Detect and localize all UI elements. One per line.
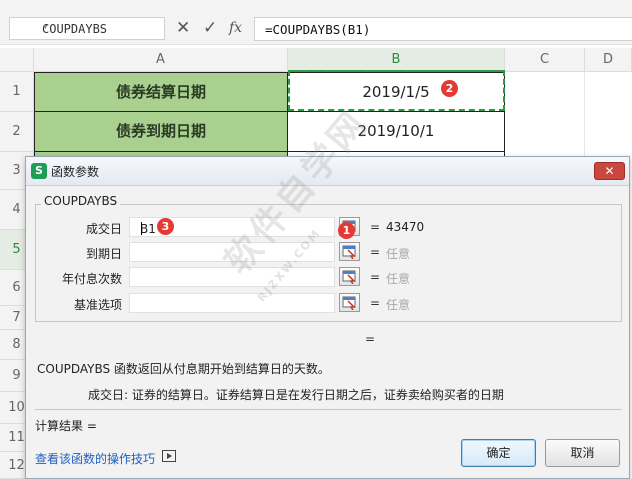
param-label-basis: 基准选项 [73, 298, 122, 312]
param-result-maturity: 任意 [386, 247, 411, 261]
function-name-label: COUPDAYBS [41, 194, 121, 208]
param-equals-settlement: = [370, 220, 381, 234]
select-all-corner[interactable] [0, 48, 34, 72]
range-select-button-basis[interactable] [339, 293, 360, 312]
formula-bar: COUPDAYBS ▾ ✕ ✓ fx =COUPDAYBS(B1) [0, 0, 632, 45]
range-select-button-frequency[interactable] [339, 267, 360, 286]
param-result-frequency: 任意 [386, 272, 411, 286]
ok-button[interactable]: 确定 [461, 439, 536, 467]
range-select-button-maturity[interactable] [339, 242, 360, 261]
range-select-icon [342, 270, 356, 284]
param-label-maturity: 到期日 [85, 247, 122, 261]
param-result-basis: 任意 [386, 298, 411, 312]
step-badge-2: 2 [441, 80, 458, 97]
cancel-button[interactable]: 取消 [545, 439, 620, 467]
step-badge-3: 3 [157, 218, 174, 235]
formula-text: =COUPDAYBS(B1) [265, 22, 371, 37]
param-equals-basis: = [370, 296, 381, 310]
text-caret [141, 222, 142, 235]
dialog-title: 函数参数 [51, 165, 100, 179]
column-header-b[interactable]: B [288, 48, 505, 72]
argument-description: 成交日: 证券的结算日。证券结算日是在发行日期之后，证券卖给购买者的日期 [88, 388, 504, 402]
function-arguments-dialog: S 函数参数 ✕ COUPDAYBS 成交日 B1 = 43470 到期日 = … [25, 156, 630, 479]
confirm-formula-icon[interactable]: ✓ [203, 18, 217, 38]
name-box[interactable]: COUPDAYBS ▾ [9, 17, 165, 40]
range-select-icon [342, 296, 356, 310]
param-equals-maturity: = [370, 245, 381, 259]
wps-app-icon: S [31, 163, 47, 179]
cell-a2[interactable]: 债券到期日期 [34, 112, 288, 152]
step-badge-1: 1 [338, 222, 355, 239]
divider [35, 409, 622, 410]
param-result-settlement: 43470 [386, 220, 425, 234]
param-input-settlement-value: B1 [140, 222, 156, 236]
param-label-settlement: 成交日 [85, 222, 122, 236]
param-equals-frequency: = [370, 270, 381, 284]
help-link[interactable]: 查看该函数的操作技巧 [35, 450, 155, 467]
column-header-d[interactable]: D [585, 48, 632, 72]
function-description: COUPDAYBS 函数返回从付息期开始到结算日的天数。 [37, 362, 330, 376]
param-input-frequency[interactable] [129, 267, 335, 287]
formula-input[interactable]: =COUPDAYBS(B1) [254, 17, 632, 41]
calculation-result: 计算结果 = [35, 419, 97, 433]
column-header-a[interactable]: A [34, 48, 288, 72]
cell-a1[interactable]: 债券结算日期 [34, 72, 288, 112]
cancel-formula-icon[interactable]: ✕ [176, 18, 190, 38]
row-header-1[interactable]: 1 [0, 72, 34, 112]
close-button[interactable]: ✕ [594, 162, 625, 180]
range-select-icon [342, 245, 356, 259]
param-input-basis[interactable] [129, 293, 335, 313]
param-label-frequency: 年付息次数 [61, 272, 122, 286]
video-play-icon[interactable] [162, 450, 176, 462]
row-header-2[interactable]: 2 [0, 112, 34, 152]
name-box-dropdown-icon[interactable]: ▾ [42, 20, 158, 33]
insert-function-icon[interactable]: fx [229, 18, 242, 38]
function-result-equals: = [365, 332, 376, 346]
column-header-c[interactable]: C [505, 48, 585, 72]
